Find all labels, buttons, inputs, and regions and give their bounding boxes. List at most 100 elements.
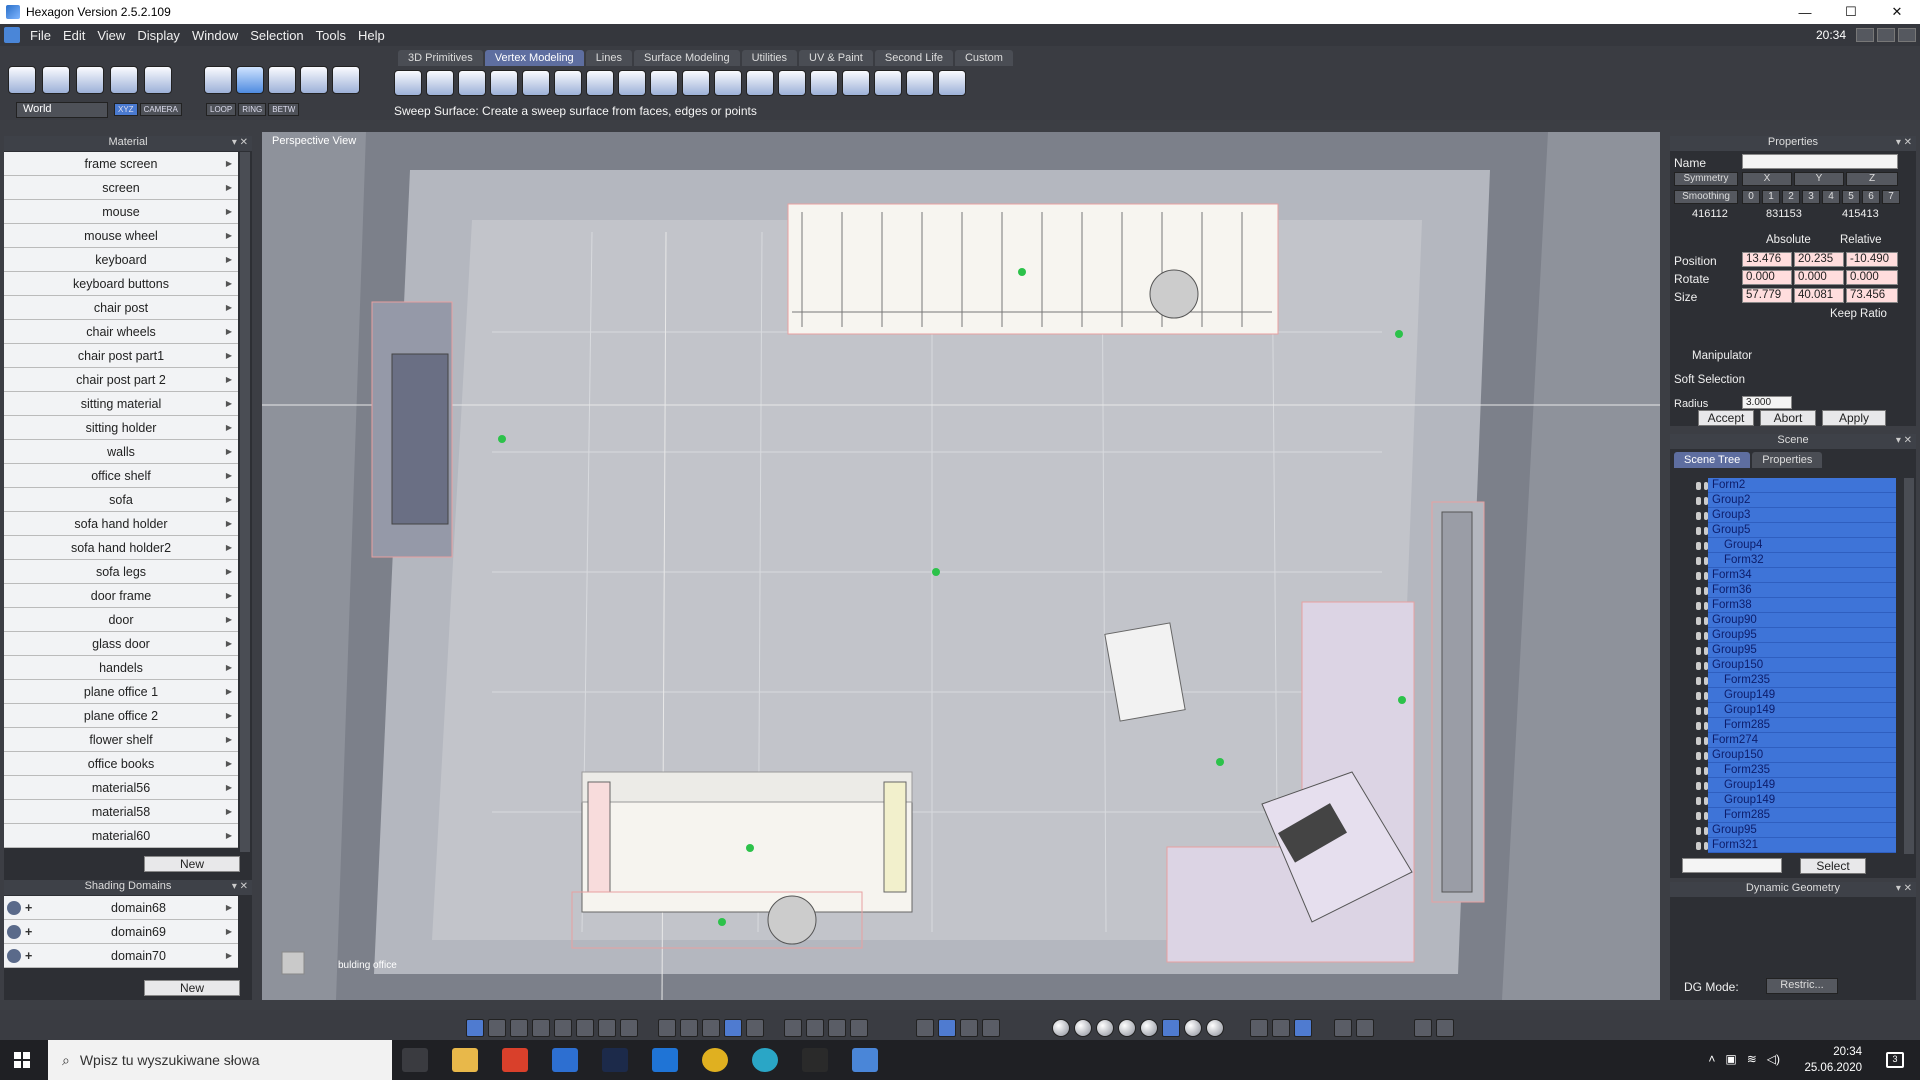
smoothing-level-7[interactable]: 7 [1882,190,1900,204]
close-icon[interactable]: ✕ [1874,0,1920,24]
lock-icon[interactable] [1696,496,1701,505]
tree-row[interactable]: Form32 [1674,553,1896,568]
tree-row[interactable]: Form285 [1674,808,1896,823]
tree-row[interactable]: Form36 [1674,583,1896,598]
camera-mode-icon[interactable] [1294,1019,1312,1037]
inset-tool-icon[interactable] [458,70,486,96]
list-item[interactable]: keyboard buttons ▶ [4,272,238,296]
hexagon-taskbar-icon[interactable] [852,1048,878,1072]
select-arrow-icon[interactable] [8,66,36,94]
lock-icon[interactable] [1696,751,1701,760]
pan-icon[interactable] [806,1019,824,1037]
tab-custom[interactable]: Custom [954,50,1013,66]
tree-row[interactable]: Form285 [1674,718,1896,733]
two-view-icon[interactable] [488,1019,506,1037]
tree-row[interactable]: Group149 [1674,688,1896,703]
cut-tool-icon[interactable] [682,70,710,96]
plus-icon[interactable]: + [25,925,39,939]
tree-row[interactable]: Group95 [1674,823,1896,838]
floor-grid-icon[interactable] [724,1019,742,1037]
list-item[interactable]: plane office 2 ▶ [4,704,238,728]
tree-row[interactable]: Group150 [1674,658,1896,673]
single-view-icon[interactable] [466,1019,484,1037]
tree-row[interactable]: Form235 [1674,673,1896,688]
smoothing-button[interactable]: Smoothing [1674,190,1738,204]
apply-button[interactable]: Apply [1822,410,1886,426]
horizontal-split-icon[interactable] [598,1019,616,1037]
tree-row[interactable]: Group149 [1674,703,1896,718]
tree-row[interactable]: Form2 [1674,478,1896,493]
carve-tool-icon[interactable] [906,70,934,96]
list-item[interactable]: + domain68 ▶ [4,896,238,920]
menu-view[interactable]: View [91,28,131,43]
lock-icon[interactable] [1696,721,1701,730]
volume-icon[interactable]: ◁) [1767,1052,1780,1066]
symmetry-z-button[interactable]: Z [1846,172,1898,186]
tree-row[interactable]: Form321 [1674,838,1896,853]
mirror-tool-icon[interactable] [874,70,902,96]
tree-row[interactable]: Group149 [1674,793,1896,808]
scene-scrollbar[interactable] [1904,478,1914,854]
zoom-icon[interactable] [828,1019,846,1037]
scene-render[interactable] [262,132,1660,1000]
radius-field[interactable]: 3.000 [1742,396,1792,409]
list-item[interactable]: mouse ▶ [4,200,238,224]
app-close-icon[interactable] [1898,28,1916,42]
list-item[interactable]: door ▶ [4,608,238,632]
point-mode-icon[interactable] [300,66,328,94]
new-material-button[interactable]: New [144,856,240,872]
lit-shading-icon[interactable] [1140,1019,1158,1037]
tessellate-tool-icon[interactable] [746,70,774,96]
absolute-radio[interactable]: Absolute [1766,234,1811,246]
menu-window[interactable]: Window [186,28,244,43]
tab-scene-tree[interactable]: Scene Tree [1674,452,1751,468]
layers-icon[interactable] [1334,1019,1352,1037]
settings-tool-icon[interactable] [938,70,966,96]
lock-icon[interactable] [1696,481,1701,490]
list-item[interactable]: sitting holder ▶ [4,416,238,440]
lock-icon[interactable] [1696,781,1701,790]
lock-icon[interactable] [1696,706,1701,715]
list-item[interactable]: material58 ▶ [4,800,238,824]
taskbar-search[interactable]: ⌕ Wpisz tu wyszukiwane słowa [48,1040,392,1080]
rotate-z-field[interactable]: 0.000 [1846,270,1898,285]
lock-icon[interactable] [1696,736,1701,745]
lock-icon[interactable] [1696,541,1701,550]
smoothing-level-2[interactable]: 2 [1782,190,1800,204]
list-item[interactable]: sofa legs ▶ [4,560,238,584]
size-y-field[interactable]: 40.081 [1794,288,1844,303]
bridge-tool-icon[interactable] [586,70,614,96]
notification-icon[interactable]: 3 [1886,1052,1904,1068]
list-item[interactable]: plane office 1 ▶ [4,680,238,704]
mail-icon[interactable] [652,1048,678,1072]
tweak-tool-icon[interactable] [554,70,582,96]
quad-view-icon[interactable] [510,1019,528,1037]
chevron-up-icon[interactable]: ˄ [1708,1052,1715,1066]
smoothing-level-3[interactable]: 3 [1802,190,1820,204]
list-item[interactable]: chair post ▶ [4,296,238,320]
slice-tool-icon[interactable] [650,70,678,96]
position-z-field[interactable]: -10.490 [1846,252,1898,267]
office-icon[interactable] [502,1048,528,1072]
tab-scene-properties[interactable]: Properties [1752,452,1823,468]
tray-app-icon[interactable]: ▣ [1725,1052,1736,1066]
face-mode-icon[interactable] [236,66,264,94]
render-shading-icon[interactable] [1206,1019,1224,1037]
file-explorer-icon[interactable] [452,1048,478,1072]
lock-icon[interactable] [1696,811,1701,820]
menu-tools[interactable]: Tools [310,28,352,43]
lock-icon[interactable] [1696,616,1701,625]
windows-start-icon[interactable] [14,1052,30,1068]
plus-icon[interactable]: + [25,949,39,963]
tree-row[interactable]: Group3 [1674,508,1896,523]
light-icon[interactable] [1250,1019,1268,1037]
magic-select-icon[interactable] [110,66,138,94]
list-item[interactable]: office shelf ▶ [4,464,238,488]
shading-panel-close-icon[interactable]: ▾ ✕ [232,881,248,892]
menu-edit[interactable]: Edit [57,28,91,43]
tab-second-life[interactable]: Second Life [874,50,953,66]
abort-button[interactable]: Abort [1760,410,1816,426]
flat-shading-icon[interactable] [1096,1019,1114,1037]
tab-uv-paint[interactable]: UV & Paint [799,50,873,66]
list-item[interactable]: sitting material ▶ [4,392,238,416]
